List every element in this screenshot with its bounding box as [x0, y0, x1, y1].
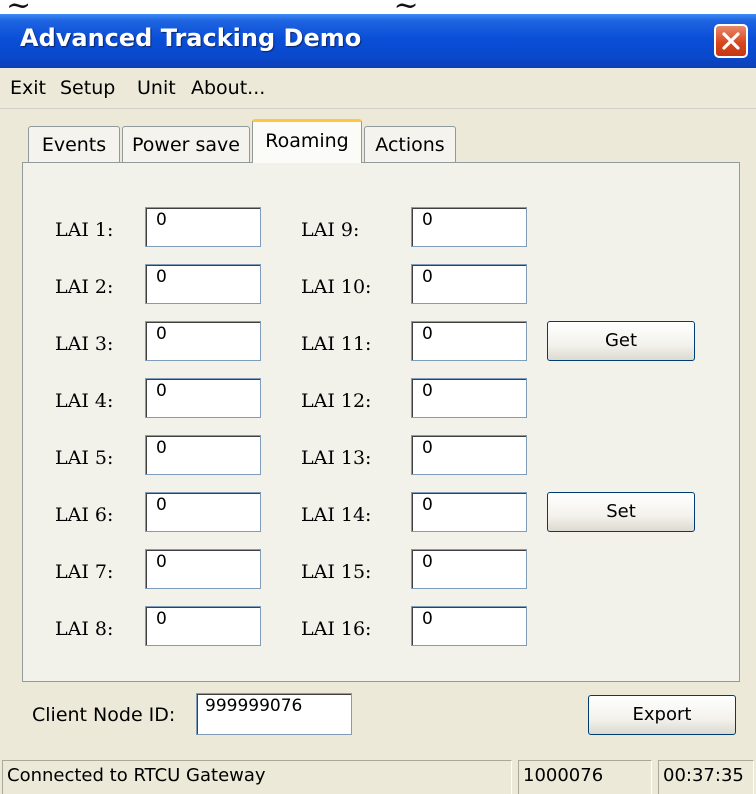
connection-status: Connected to RTCU Gateway: [2, 760, 512, 794]
lai-16-input[interactable]: 0: [411, 606, 527, 646]
menu-bar: Exit Setup Unit About...: [0, 68, 756, 109]
lai-10-input[interactable]: 0: [411, 264, 527, 304]
close-icon: [722, 32, 740, 50]
lai-11-input[interactable]: 0: [411, 321, 527, 361]
lai-6-label: LAI 6:: [55, 504, 114, 526]
lai-3-input[interactable]: 0: [145, 321, 261, 361]
lai-4-input[interactable]: 0: [145, 378, 261, 418]
tab-roaming[interactable]: Roaming: [252, 119, 362, 163]
app-window: Advanced Tracking Demo Exit Setup Unit A…: [0, 14, 756, 794]
export-button[interactable]: Export: [588, 695, 736, 735]
title-bar[interactable]: Advanced Tracking Demo: [0, 14, 756, 68]
get-button[interactable]: Get: [547, 321, 695, 361]
tab-power-save[interactable]: Power save: [122, 126, 250, 164]
lai-3-label: LAI 3:: [55, 333, 114, 355]
lai-8-label: LAI 8:: [55, 618, 114, 640]
tab-actions[interactable]: Actions: [364, 126, 456, 164]
lai-12-input[interactable]: 0: [411, 378, 527, 418]
status-bar: Connected to RTCU Gateway 1000076 00:37:…: [0, 752, 756, 794]
lai-15-input[interactable]: 0: [411, 549, 527, 589]
menu-about[interactable]: About...: [191, 77, 265, 99]
lai-2-input[interactable]: 0: [145, 264, 261, 304]
top-strip: ~ ~: [0, 0, 756, 14]
lai-13-input[interactable]: 0: [411, 435, 527, 475]
lai-15-label: LAI 15:: [301, 561, 372, 583]
lai-11-label: LAI 11:: [301, 333, 372, 355]
lai-13-label: LAI 13:: [301, 447, 372, 469]
tab-events[interactable]: Events: [28, 126, 120, 164]
lai-5-input[interactable]: 0: [145, 435, 261, 475]
lai-10-label: LAI 10:: [301, 276, 372, 298]
set-button[interactable]: Set: [547, 492, 695, 532]
close-button[interactable]: [714, 24, 748, 58]
lai-7-label: LAI 7:: [55, 561, 114, 583]
lai-14-label: LAI 14:: [301, 504, 372, 526]
lai-16-label: LAI 16:: [301, 618, 372, 640]
menu-unit[interactable]: Unit: [137, 77, 176, 99]
client-node-id-input[interactable]: 999999076: [196, 693, 352, 735]
roaming-panel: LAI 1: 0 LAI 2: 0 LAI 3: 0 LAI 4: 0 LAI …: [22, 162, 740, 682]
lai-2-label: LAI 2:: [55, 276, 114, 298]
cropped-background-text: ~ ~: [6, 0, 419, 14]
lai-1-label: LAI 1:: [55, 219, 114, 241]
lai-9-input[interactable]: 0: [411, 207, 527, 247]
lai-8-input[interactable]: 0: [145, 606, 261, 646]
lai-4-label: LAI 4:: [55, 390, 114, 412]
lai-5-label: LAI 5:: [55, 447, 114, 469]
lai-14-input[interactable]: 0: [411, 492, 527, 532]
lai-9-label: LAI 9:: [301, 219, 360, 241]
menu-setup[interactable]: Setup: [60, 77, 115, 99]
menu-exit[interactable]: Exit: [10, 77, 46, 99]
window-title: Advanced Tracking Demo: [20, 24, 362, 52]
client-node-id-label: Client Node ID:: [32, 704, 176, 726]
lai-6-input[interactable]: 0: [145, 492, 261, 532]
lai-12-label: LAI 12:: [301, 390, 372, 412]
lai-7-input[interactable]: 0: [145, 549, 261, 589]
time-status: 00:37:35: [658, 760, 754, 794]
node-status: 1000076: [518, 760, 652, 794]
lai-1-input[interactable]: 0: [145, 207, 261, 247]
